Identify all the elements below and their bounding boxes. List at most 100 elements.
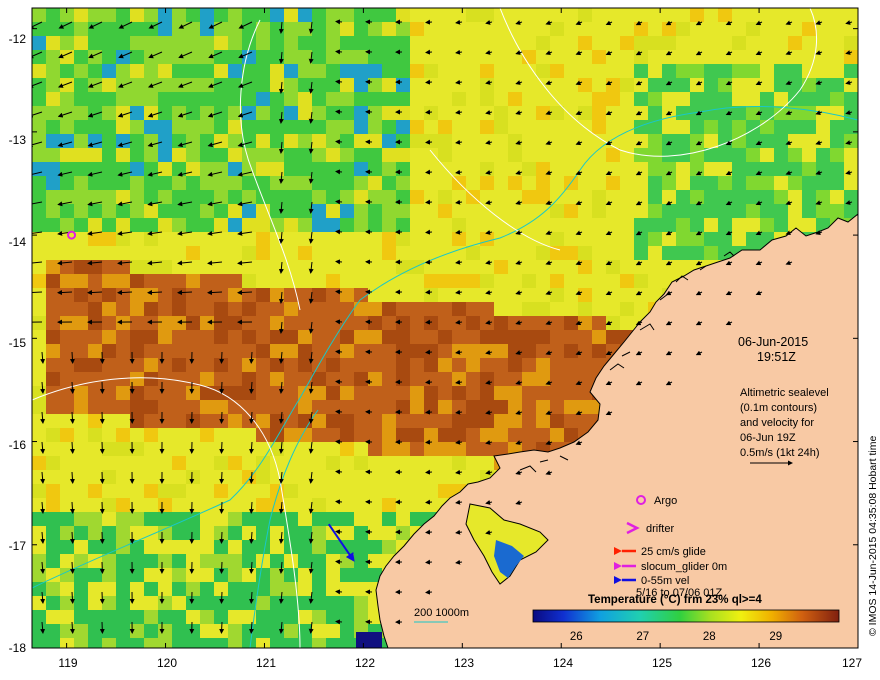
sst-pixel xyxy=(648,92,662,106)
sst-pixel xyxy=(158,120,172,134)
sst-pixel xyxy=(354,204,368,218)
velocity-arrow xyxy=(425,469,433,475)
sst-pixel xyxy=(326,162,340,176)
sst-pixel xyxy=(102,176,116,190)
lon-tick-label: 126 xyxy=(751,656,771,670)
sst-pixel xyxy=(410,316,424,330)
sst-pixel xyxy=(186,386,200,400)
sst-pixel xyxy=(200,190,214,204)
isobath-legend-label: 200 1000m xyxy=(414,607,469,619)
sst-pixel xyxy=(396,22,410,36)
sst-pixel xyxy=(74,512,88,526)
sst-pixel xyxy=(396,526,410,540)
sst-pixel xyxy=(802,190,816,204)
sst-pixel xyxy=(144,274,158,288)
sst-pixel xyxy=(158,610,172,624)
sst-pixel xyxy=(368,134,382,148)
sst-pixel xyxy=(298,330,312,344)
lon-tick-label: 119 xyxy=(58,656,77,670)
sst-pixel xyxy=(172,274,186,288)
sst-pixel xyxy=(284,120,298,134)
sst-pixel xyxy=(158,50,172,64)
sst-pixel xyxy=(340,8,354,22)
sst-pixel xyxy=(32,386,46,400)
sst-pixel xyxy=(662,148,676,162)
sst-pixel xyxy=(102,624,116,638)
sst-pixel xyxy=(158,36,172,50)
sst-pixel xyxy=(74,162,88,176)
sst-pixel xyxy=(606,260,620,274)
sst-pixel xyxy=(46,204,60,218)
sst-pixel xyxy=(326,358,340,372)
sst-pixel xyxy=(158,78,172,92)
sst-pixel xyxy=(480,358,494,372)
sst-pixel xyxy=(60,330,74,344)
sst-pixel xyxy=(382,302,396,316)
sst-pixel xyxy=(256,134,270,148)
sst-pixel xyxy=(200,344,214,358)
sst-pixel xyxy=(340,302,354,316)
sst-pixel xyxy=(410,400,424,414)
sst-pixel xyxy=(424,302,438,316)
sst-pixel xyxy=(704,78,718,92)
sst-pixel xyxy=(130,120,144,134)
velocity-arrow xyxy=(425,499,433,505)
sst-pixel xyxy=(312,498,326,512)
sst-pixel xyxy=(340,512,354,526)
sst-pixel xyxy=(172,358,186,372)
sst-pixel xyxy=(284,610,298,624)
sst-pixel xyxy=(298,64,312,78)
sst-pixel xyxy=(340,120,354,134)
sst-pixel xyxy=(326,120,340,134)
sst-pixel xyxy=(74,610,88,624)
sst-pixel xyxy=(130,78,144,92)
sst-pixel xyxy=(564,428,578,442)
velocity-arrow xyxy=(335,199,343,205)
sst-pixel xyxy=(760,92,774,106)
velocity-arrow xyxy=(335,529,343,535)
sst-pixel xyxy=(410,386,424,400)
sst-pixel xyxy=(396,64,410,78)
sst-pixel xyxy=(312,386,326,400)
sst-pixel xyxy=(718,92,732,106)
sst-pixel xyxy=(256,78,270,92)
sst-pixel xyxy=(102,400,116,414)
sst-pixel xyxy=(438,414,452,428)
sst-pixel xyxy=(536,386,550,400)
sst-pixel xyxy=(354,414,368,428)
velocity-arrow xyxy=(425,19,433,25)
sst-pixel xyxy=(102,358,116,372)
sst-pixel xyxy=(830,162,844,176)
altimetry-note-line: 0.5m/s (1kt 24h) xyxy=(740,447,819,459)
sst-pixel xyxy=(270,190,284,204)
sst-pixel xyxy=(326,134,340,148)
sst-pixel xyxy=(718,8,732,22)
sst-pixel xyxy=(158,22,172,36)
sst-pixel xyxy=(144,288,158,302)
sst-pixel xyxy=(382,540,396,554)
sst-pixel xyxy=(228,92,242,106)
sst-pixel xyxy=(74,92,88,106)
sst-pixel xyxy=(60,400,74,414)
sst-pixel xyxy=(298,288,312,302)
sst-pixel xyxy=(368,540,382,554)
sst-pixel xyxy=(46,50,60,64)
sst-pixel xyxy=(214,176,228,190)
sst-pixel xyxy=(452,232,466,246)
sst-pixel xyxy=(242,204,256,218)
sst-pixel xyxy=(102,316,116,330)
sst-pixel xyxy=(144,106,158,120)
sst-pixel xyxy=(382,218,396,232)
sst-pixel xyxy=(130,106,144,120)
sst-pixel xyxy=(74,260,88,274)
sst-pixel xyxy=(200,148,214,162)
sst-pixel xyxy=(214,204,228,218)
sst-pixel xyxy=(130,36,144,50)
sst-pixel xyxy=(606,78,620,92)
latitude-axis: -12 -13 -14 -15 -16 -17 -18 xyxy=(9,32,27,655)
sst-pixel xyxy=(438,120,452,134)
sst-pixel xyxy=(354,218,368,232)
velocity-arrow xyxy=(335,319,343,325)
sst-pixel xyxy=(382,64,396,78)
sst-pixel xyxy=(816,162,830,176)
